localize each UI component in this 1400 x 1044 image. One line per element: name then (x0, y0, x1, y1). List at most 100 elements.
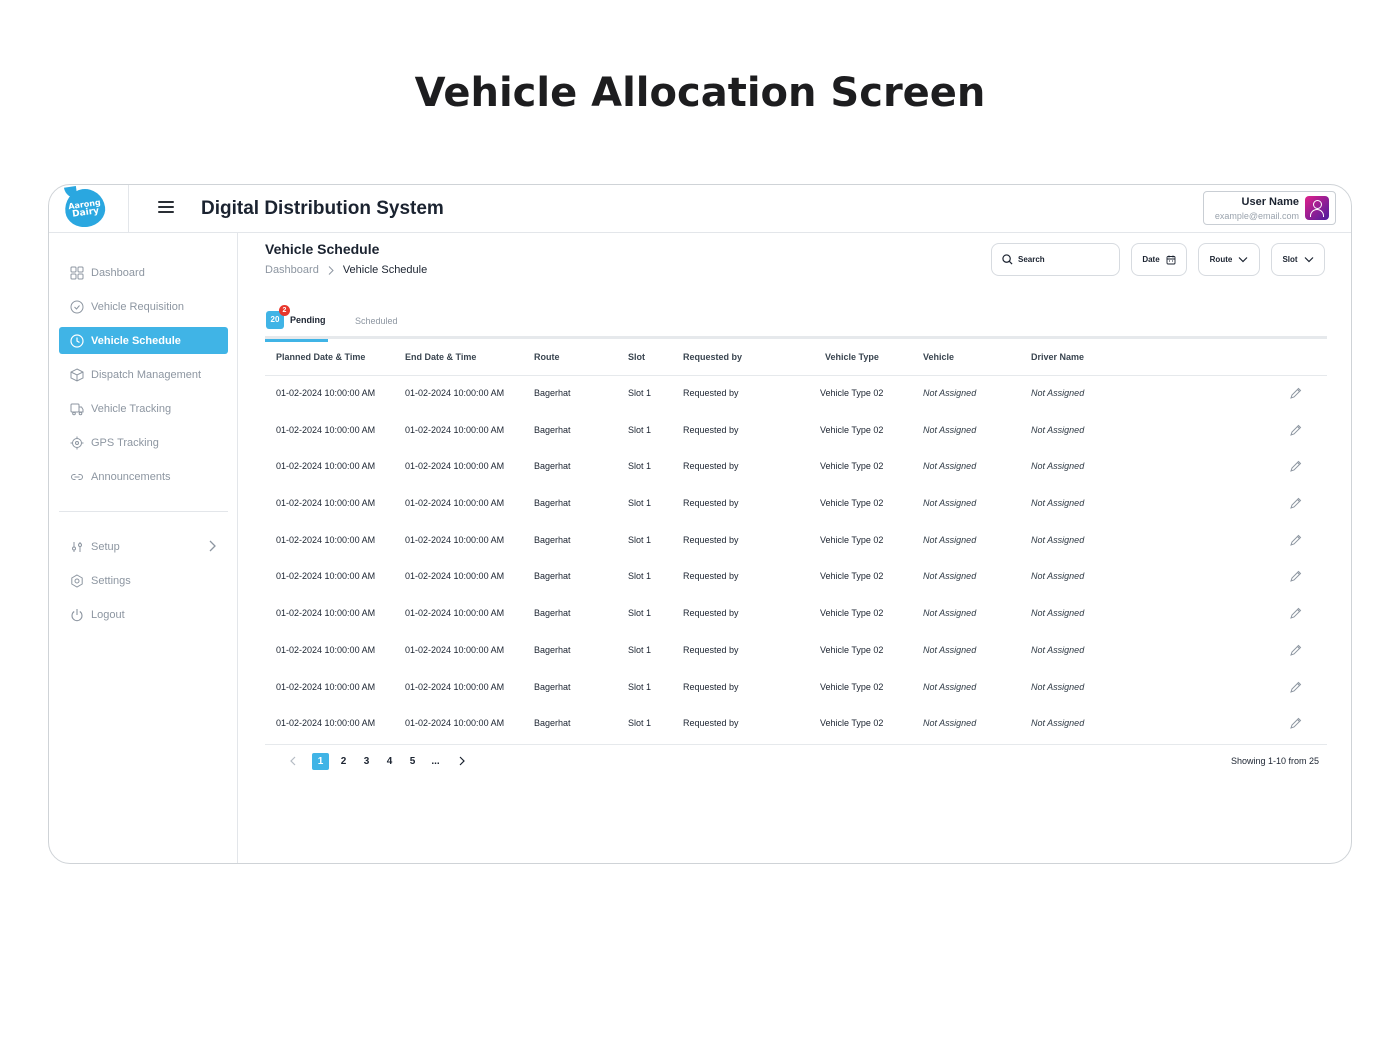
check-circle-icon (70, 300, 84, 314)
table-bottom-divider (265, 743, 1327, 745)
brand-logo[interactable]: Aarong Dairy (62, 186, 108, 230)
table-row[interactable]: 01-02-2024 10:00:00 AM 01-02-2024 10:00:0… (265, 670, 1327, 707)
cell-driver-name: Not Assigned (1031, 424, 1085, 435)
user-profile-button[interactable]: User Name example@email.com (1203, 191, 1336, 225)
table-row[interactable]: 01-02-2024 10:00:00 AM 01-02-2024 10:00:0… (265, 559, 1327, 596)
sliders-icon (70, 540, 84, 554)
cell-slot: Slot 1 (628, 718, 652, 729)
cell-end-date: 01-02-2024 10:00:00 AM (405, 718, 505, 729)
table-row[interactable]: 01-02-2024 10:00:00 AM 01-02-2024 10:00:0… (265, 413, 1327, 450)
edit-icon[interactable] (1289, 643, 1303, 657)
edit-icon[interactable] (1289, 459, 1303, 473)
cell-planned-date: 01-02-2024 10:00:00 AM (276, 461, 376, 472)
tab-scheduled[interactable]: Scheduled (355, 316, 398, 326)
cell-route: Bagerhat (534, 534, 571, 545)
sidebar-item-settings[interactable]: Settings (59, 567, 228, 594)
cell-vehicle-type: Vehicle Type 02 (820, 608, 884, 619)
edit-icon[interactable] (1289, 423, 1303, 437)
cell-vehicle-type: Vehicle Type 02 (820, 388, 884, 398)
table-row[interactable]: 01-02-2024 10:00:00 AM 01-02-2024 10:00:0… (265, 486, 1327, 523)
sidebar-item-vehicle-requisition[interactable]: Vehicle Requisition (59, 293, 228, 320)
sidebar-item-vehicle-schedule[interactable]: Vehicle Schedule (59, 327, 228, 354)
sidebar-item-gps-tracking[interactable]: GPS Tracking (59, 429, 228, 456)
cell-planned-date: 01-02-2024 10:00:00 AM (276, 644, 376, 655)
sidebar-item-logout[interactable]: Logout (59, 601, 228, 628)
cell-route: Bagerhat (534, 388, 571, 398)
cell-driver-name: Not Assigned (1031, 608, 1085, 619)
link-icon (70, 470, 84, 484)
sidebar-item-label: Setup (91, 540, 120, 553)
user-name: User Name (1241, 196, 1299, 208)
tab-pending[interactable]: 20 2 Pending (265, 303, 329, 342)
edit-icon[interactable] (1289, 496, 1303, 510)
cell-vehicle: Not Assigned (923, 424, 977, 435)
cell-requested-by: Requested by (683, 718, 739, 729)
hamburger-menu-icon[interactable] (158, 201, 174, 215)
cell-vehicle-type: Vehicle Type 02 (820, 718, 884, 729)
cell-vehicle: Not Assigned (923, 718, 977, 729)
cell-slot: Slot 1 (628, 608, 652, 619)
cell-driver-name: Not Assigned (1031, 388, 1085, 398)
sidebar-item-setup[interactable]: Setup (59, 533, 228, 560)
cell-end-date: 01-02-2024 10:00:00 AM (405, 608, 505, 619)
cell-vehicle-type: Vehicle Type 02 (820, 571, 884, 582)
search-input[interactable]: Search (991, 243, 1120, 276)
pagination-page-5[interactable]: 5 (404, 753, 421, 770)
sidebar-item-label: Dashboard (91, 266, 145, 279)
schedule-table: Planned Date & Time End Date & Time Route S… (265, 339, 1327, 745)
sidebar-item-announcements[interactable]: Announcements (59, 463, 228, 490)
box-icon (70, 367, 84, 382)
column-header-slot: Slot (628, 352, 645, 362)
column-header-requested-by: Requested by (683, 352, 743, 362)
edit-icon[interactable] (1289, 606, 1303, 620)
cell-planned-date: 01-02-2024 10:00:00 AM (276, 424, 376, 435)
table-row[interactable]: 01-02-2024 10:00:00 AM 01-02-2024 10:00:0… (265, 523, 1327, 560)
pagination-page-4[interactable]: 4 (381, 753, 398, 770)
sidebar-item-vehicle-tracking[interactable]: Vehicle Tracking (59, 395, 228, 422)
table-row[interactable]: 01-02-2024 10:00:00 AM 01-02-2024 10:00:0… (265, 449, 1327, 486)
cell-slot: Slot 1 (628, 498, 652, 509)
breadcrumb-current: Vehicle Schedule (342, 264, 428, 276)
pagination-next-icon[interactable] (458, 756, 466, 766)
cell-vehicle-type: Vehicle Type 02 (820, 498, 884, 509)
pagination-page-1[interactable]: 1 (312, 753, 329, 770)
date-filter-button[interactable]: Date (1131, 243, 1187, 276)
cell-slot: Slot 1 (628, 644, 652, 655)
cell-slot: Slot 1 (628, 461, 652, 472)
cell-vehicle-type: Vehicle Type 02 (820, 644, 884, 655)
edit-icon[interactable] (1289, 386, 1303, 400)
cell-end-date: 01-02-2024 10:00:00 AM (405, 461, 505, 472)
sidebar-item-label: Vehicle Requisition (91, 300, 184, 313)
slot-filter-dropdown[interactable]: Slot (1271, 243, 1325, 276)
chevron-down-icon (1238, 257, 1248, 263)
edit-icon[interactable] (1289, 680, 1303, 694)
cell-end-date: 01-02-2024 10:00:00 AM (405, 681, 505, 692)
column-header-driver-name: Driver Name (1031, 352, 1085, 362)
cell-vehicle: Not Assigned (923, 681, 977, 692)
pagination-page-2[interactable]: 2 (335, 753, 352, 770)
edit-icon[interactable] (1289, 716, 1303, 730)
sidebar-item-label: Dispatch Management (91, 368, 202, 381)
sidebar-item-dispatch-management[interactable]: Dispatch Management (59, 361, 228, 388)
table-row[interactable]: 01-02-2024 10:00:00 AM 01-02-2024 10:00:0… (265, 633, 1327, 670)
column-header-route: Route (534, 352, 560, 362)
edit-icon[interactable] (1289, 569, 1303, 583)
cell-driver-name: Not Assigned (1031, 681, 1085, 692)
sidebar-item-dashboard[interactable]: Dashboard (59, 259, 228, 286)
pagination-page-3[interactable]: 3 (358, 753, 375, 770)
cell-driver-name: Not Assigned (1031, 498, 1085, 509)
cell-route: Bagerhat (534, 681, 571, 692)
table-row[interactable]: 01-02-2024 10:00:00 AM 01-02-2024 10:00:0… (265, 706, 1327, 743)
table-row[interactable]: 01-02-2024 10:00:00 AM 01-02-2024 10:00:0… (265, 596, 1327, 633)
route-filter-dropdown[interactable]: Route (1198, 243, 1260, 276)
edit-icon[interactable] (1289, 533, 1303, 547)
table-row[interactable]: 01-02-2024 10:00:00 AM 01-02-2024 10:00:0… (265, 376, 1327, 413)
sidebar-item-label: GPS Tracking (91, 436, 159, 449)
cell-vehicle: Not Assigned (923, 498, 977, 509)
avatar (1305, 196, 1329, 220)
pagination-prev-icon[interactable] (289, 756, 297, 766)
breadcrumb-dashboard-link[interactable]: Dashboard (265, 264, 319, 276)
cell-driver-name: Not Assigned (1031, 644, 1085, 655)
table-body: 01-02-2024 10:00:00 AM 01-02-2024 10:00:0… (265, 376, 1327, 743)
cell-route: Bagerhat (534, 498, 571, 509)
